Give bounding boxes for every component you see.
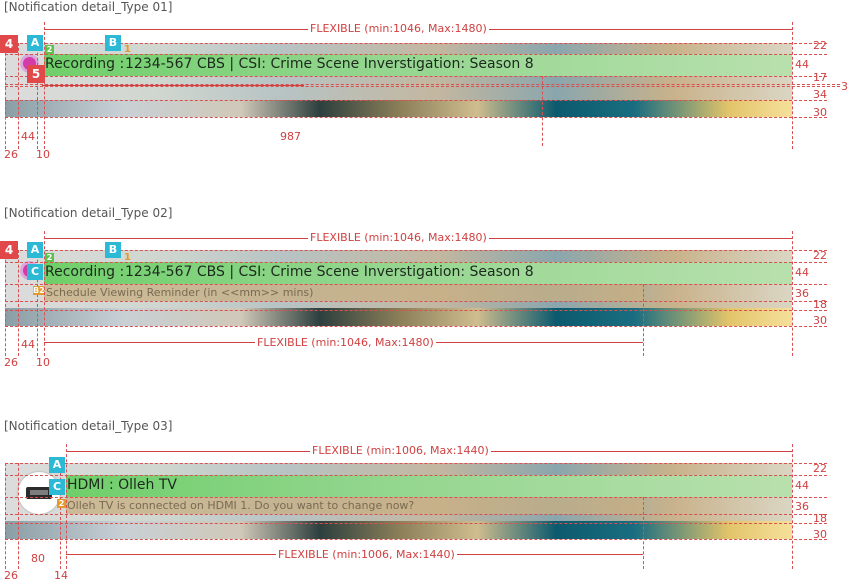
dim-10: 10: [36, 356, 50, 369]
flexible-label: FLEXIBLE (min:1046, Max:1480): [308, 231, 489, 244]
guide-line: [18, 250, 19, 356]
flexible-label: FLEXIBLE (min:1046, Max:1480): [308, 22, 489, 35]
dim-44: 44: [795, 58, 809, 71]
dim-44: 44: [795, 479, 809, 492]
guide-line: [792, 22, 793, 149]
dim-30: 30: [813, 106, 827, 119]
guide-line: [5, 497, 827, 498]
guide-line: [37, 43, 38, 149]
guide-line: [5, 301, 827, 302]
dim-14: 14: [54, 569, 68, 582]
badge-a: A: [27, 242, 43, 258]
guide-line: [5, 284, 827, 285]
dim-26: 26: [4, 148, 18, 161]
dim-80: 80: [31, 552, 45, 565]
section-title: [Notification detail_Type 02]: [4, 206, 173, 220]
dim-44: 44: [21, 130, 35, 143]
hdmi-title: HDMI : Olleh TV: [67, 477, 177, 493]
guide-line: [18, 463, 19, 569]
flexible-label-bottom: FLEXIBLE (min:1046, Max:1480): [255, 336, 436, 349]
dim-26: 26: [4, 356, 18, 369]
dim-22: 22: [813, 462, 827, 475]
recording-label: Recording :: [45, 56, 125, 72]
badge-a: A: [49, 457, 65, 473]
section-title: [Notification detail_Type 01]: [4, 0, 173, 14]
guide-line: [5, 539, 827, 540]
marker-2: 2: [45, 45, 54, 54]
guide-line: [5, 250, 6, 356]
dim-18: 18: [813, 512, 827, 525]
guide-line: [5, 117, 827, 118]
dim-22: 22: [813, 249, 827, 262]
badge-4: 4: [0, 241, 18, 259]
guide-line: [792, 444, 793, 569]
guide-line: [792, 231, 793, 356]
badge-c: C: [49, 479, 65, 495]
dim-987: 987: [280, 130, 301, 143]
dim-36: 36: [795, 287, 809, 300]
guide-line: [5, 76, 827, 77]
guide-line: [18, 43, 19, 149]
guide-line: [643, 284, 644, 356]
guide-line: [643, 497, 644, 569]
dim-3: 3: [841, 80, 848, 93]
guide-line: [5, 463, 6, 569]
dim-10: 10: [36, 148, 50, 161]
progress-line: [42, 85, 304, 86]
dim-44: 44: [21, 338, 35, 351]
section-title: [Notification detail_Type 03]: [4, 419, 173, 433]
background-strip: [5, 100, 792, 117]
badge-a: A: [27, 35, 43, 51]
dim-18: 18: [813, 298, 827, 311]
guide-line: [66, 444, 67, 569]
flexible-label-bottom: FLEXIBLE (min:1006, Max:1440): [276, 548, 457, 561]
recording-label: Recording :: [45, 264, 125, 280]
reminder-text: Schedule Viewing Reminder (in <<mm>> min…: [46, 286, 314, 299]
dim-22: 22: [813, 39, 827, 52]
guide-line: [5, 523, 827, 524]
guide-line: [5, 86, 840, 87]
marker-1: 1: [124, 252, 131, 263]
guide-line: [542, 76, 543, 146]
program-title: 1234-567 CBS | CSI: Crime Scene Inversti…: [125, 264, 534, 280]
badge-5: 5: [27, 65, 45, 83]
dim-34: 34: [813, 88, 827, 101]
marker-2: 2: [45, 253, 54, 262]
dim-26: 26: [4, 569, 18, 582]
guide-line: [5, 475, 827, 476]
guide-line: [5, 326, 827, 327]
guide-line: [5, 463, 827, 464]
badge-4: 4: [0, 35, 18, 53]
guide-line: [5, 310, 827, 311]
guide-line: [5, 43, 6, 149]
dim-30: 30: [813, 528, 827, 541]
program-title: 1234-567 CBS | CSI: Crime Scene Inversti…: [125, 56, 534, 72]
dim-36: 36: [795, 500, 809, 513]
guide-line: [5, 514, 827, 515]
badge-b: B: [105, 35, 121, 51]
guide-line: [5, 100, 827, 101]
badge-b: B: [105, 242, 121, 258]
guide-line: [44, 22, 45, 149]
dim-30: 30: [813, 314, 827, 327]
badge-c: C: [27, 264, 43, 280]
dim-17: 17: [813, 71, 827, 84]
dim-44: 44: [795, 266, 809, 279]
marker-b2: B2: [33, 286, 45, 295]
guide-line: [5, 250, 827, 251]
marker-1: 1: [124, 44, 131, 55]
marker-2: 2: [57, 499, 66, 508]
hdmi-message: Olleh TV is connected on HDMI 1. Do you …: [67, 499, 415, 512]
flexible-label: FLEXIBLE (min:1006, Max:1440): [310, 444, 491, 457]
